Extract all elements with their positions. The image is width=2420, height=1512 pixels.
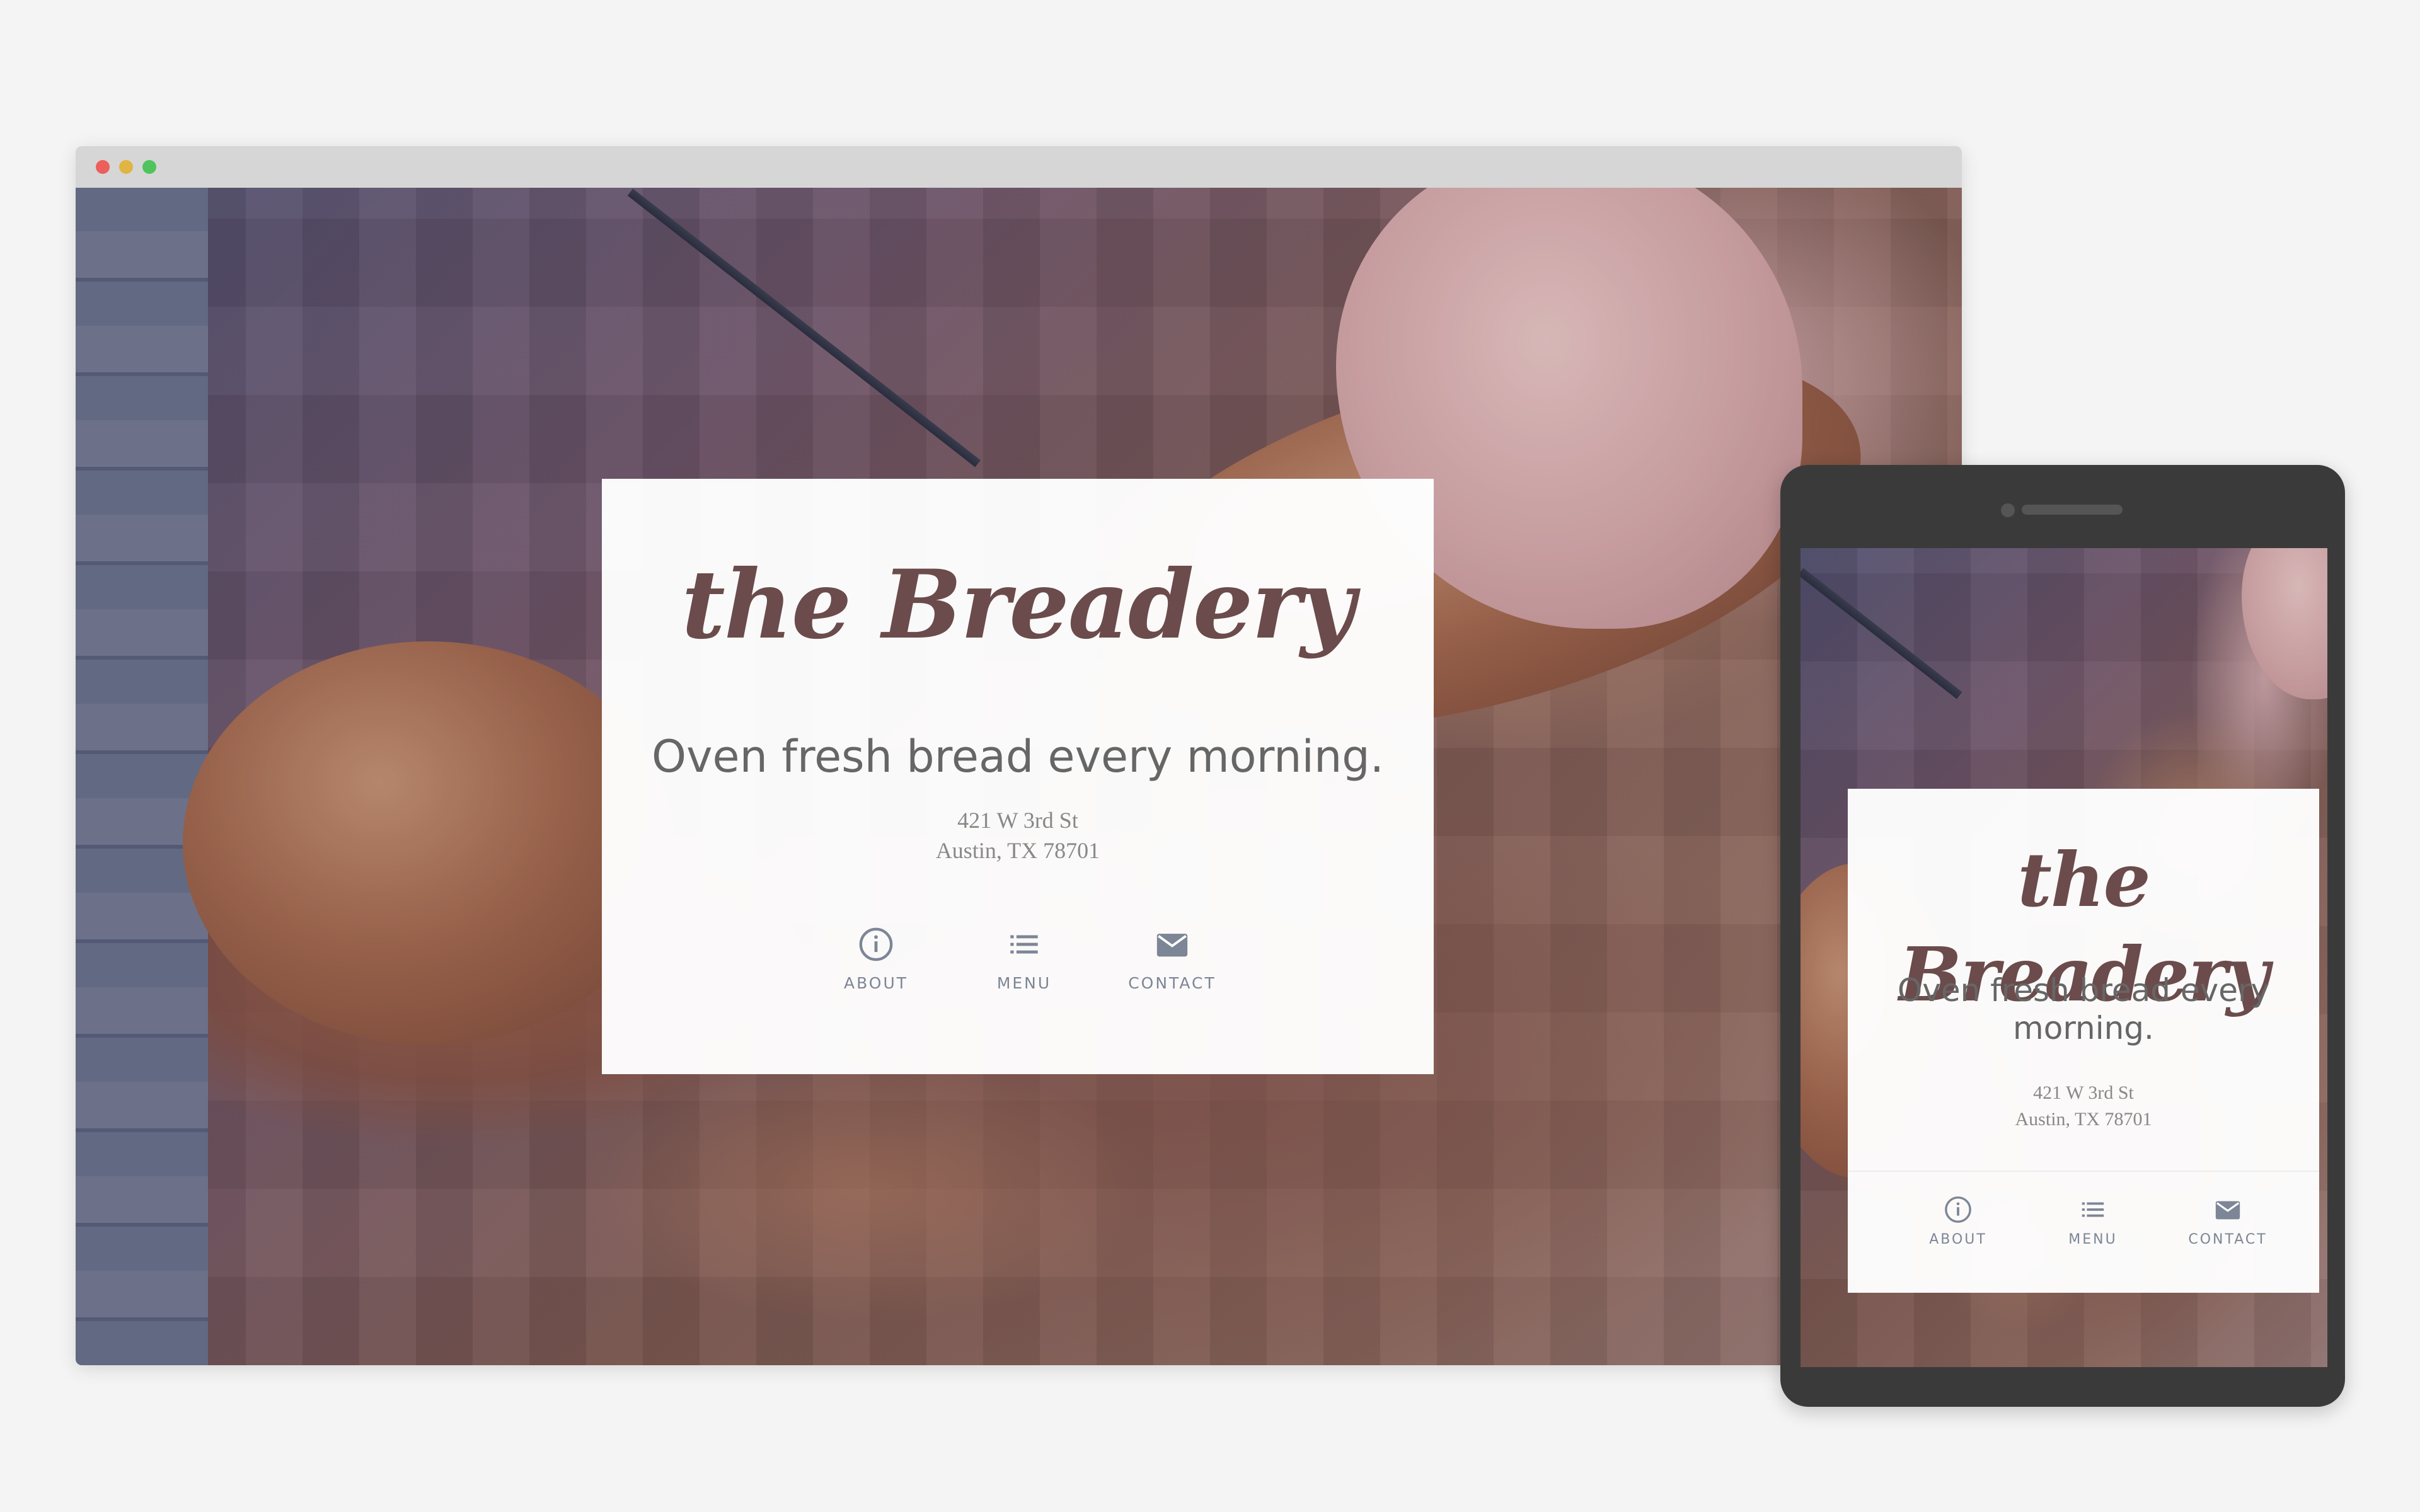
mobile-hero-card: the Breadery Oven fresh bread every morn… (1848, 789, 2319, 1293)
nav-about[interactable]: ABOUT (829, 926, 923, 992)
mobile-address: 421 W 3rd St Austin, TX 78701 (1848, 1080, 2319, 1133)
brand-logo: the Breadery (681, 549, 1356, 660)
close-window-button[interactable] (96, 160, 110, 174)
mobile-hero-bread-photo: the Breadery Oven fresh bread every morn… (1801, 548, 2327, 1367)
camera-icon (2001, 503, 2015, 517)
primary-nav: ABOUT MENU CONTACT (829, 926, 1219, 992)
nav-about-label: ABOUT (843, 974, 909, 992)
hero-card: the Breadery Oven fresh bread every morn… (602, 479, 1434, 1074)
tagline: Oven fresh bread every morning. (651, 731, 1384, 782)
desktop-browser-window: the Breadery Oven fresh bread every morn… (76, 146, 1962, 1365)
minimize-window-button[interactable] (119, 160, 133, 174)
address-line-2: Austin, TX 78701 (935, 838, 1100, 863)
mobile-nav-contact[interactable]: CONTACT (2187, 1195, 2269, 1247)
mobile-nav-menu[interactable]: MENU (2052, 1195, 2134, 1247)
nav-contact-label: CONTACT (1128, 974, 1216, 992)
mobile-primary-nav: ABOUT MENU CONTACT (1917, 1195, 2269, 1247)
mobile-nav-about-label: ABOUT (1929, 1232, 1987, 1247)
mobile-tagline: Oven fresh bread every morning. (1897, 972, 2270, 1046)
mobile-nav-contact-label: CONTACT (2188, 1232, 2267, 1247)
mobile-nav-about[interactable]: ABOUT (1917, 1195, 1999, 1247)
maximize-window-button[interactable] (142, 160, 156, 174)
mail-icon (2213, 1195, 2242, 1224)
divider (1848, 1171, 2319, 1172)
address-line-1: 421 W 3rd St (957, 808, 1078, 833)
list-icon (1006, 926, 1042, 963)
mobile-address-line-2: Austin, TX 78701 (2015, 1109, 2152, 1130)
browser-title-bar (76, 146, 1962, 188)
info-icon (1944, 1195, 1973, 1224)
info-icon (858, 926, 894, 963)
mobile-device-frame: the Breadery Oven fresh bread every morn… (1780, 465, 2345, 1407)
mobile-address-line-1: 421 W 3rd St (2033, 1082, 2134, 1103)
nav-menu-label: MENU (996, 974, 1052, 992)
mobile-nav-menu-label: MENU (2068, 1232, 2118, 1247)
speaker-grille (2022, 505, 2123, 515)
mail-icon (1154, 926, 1190, 963)
nav-menu[interactable]: MENU (977, 926, 1071, 992)
nav-contact[interactable]: CONTACT (1125, 926, 1219, 992)
list-icon (2078, 1195, 2107, 1224)
address: 421 W 3rd St Austin, TX 78701 (602, 805, 1434, 866)
